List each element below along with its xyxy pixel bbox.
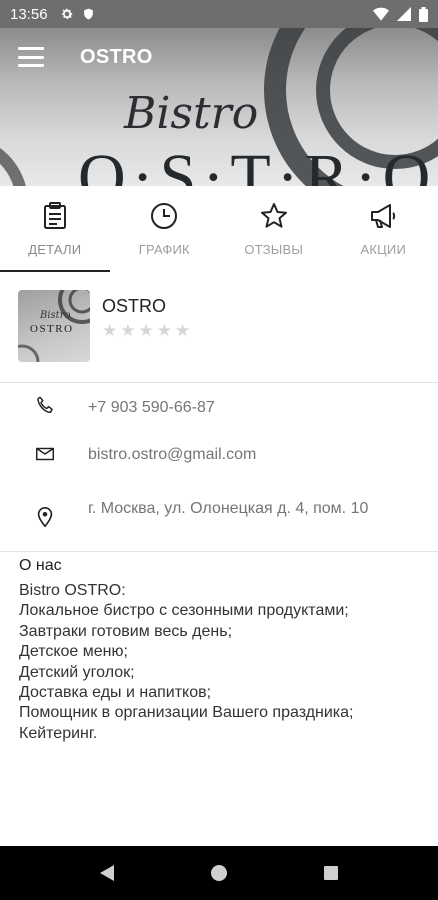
app-bar: OSTRO <box>0 28 438 86</box>
app-title: OSTRO <box>80 45 153 68</box>
logo-script-text: Bistro <box>40 310 71 321</box>
tab-promotions[interactable]: АКЦИИ <box>329 186 438 272</box>
about-line: Локальное бистро с сезонными продуктами; <box>19 602 349 620</box>
about-line: Bistro OSTRO: <box>19 582 126 599</box>
hamburger-menu-icon[interactable] <box>18 47 44 67</box>
wifi-icon <box>373 7 389 21</box>
star-icon <box>260 203 287 228</box>
phone-number[interactable]: +7 903 590-66-87 <box>88 397 215 418</box>
shield-icon <box>83 8 93 20</box>
brand-logo-script: Bistro <box>124 88 259 139</box>
logo-main-text: OSTRO <box>30 323 74 335</box>
back-triangle-icon <box>100 865 114 881</box>
mail-icon <box>36 447 54 461</box>
venue-logo: Bistro OSTRO <box>18 290 90 362</box>
tab-reviews[interactable]: ОТЗЫВЫ <box>219 186 329 272</box>
header-banner: OSTRO Bistro O·S·T·R·O <box>0 28 438 186</box>
nav-back-button[interactable] <box>95 861 119 885</box>
venue-name: OSTRO <box>102 296 167 316</box>
tab-bar: ДЕТАЛИ ГРАФИК ОТЗЫВЫ АКЦИИ <box>0 186 438 272</box>
about-line: Доставка еды и напитков; <box>19 684 212 702</box>
location-pin-icon <box>37 507 53 528</box>
rating-stars: ★ ★ ★ ★ ★ <box>102 322 190 339</box>
rating-star-icon: ★ <box>175 321 191 340</box>
venue-profile: Bistro OSTRO OSTRO ★ ★ ★ ★ ★ <box>0 272 438 383</box>
address-text[interactable]: г. Москва, ул. Олонецкая д. 4, пом. 10 <box>88 498 398 519</box>
address-row[interactable]: г. Москва, ул. Олонецкая д. 4, пом. 10 <box>0 498 438 548</box>
battery-icon <box>419 6 428 22</box>
recents-square-icon <box>324 866 338 880</box>
tab-details-label: ДЕТАЛИ <box>28 242 82 257</box>
nav-recents-button[interactable] <box>319 861 343 885</box>
tab-reviews-label: ОТЗЫВЫ <box>244 242 304 257</box>
clock-icon <box>151 203 178 229</box>
tab-promotions-label: АКЦИИ <box>360 242 407 257</box>
about-line: Детское меню; <box>19 643 128 661</box>
tab-schedule-label: ГРАФИК <box>138 242 190 257</box>
status-time: 13:56 <box>10 5 48 23</box>
tab-schedule[interactable]: ГРАФИК <box>110 186 220 272</box>
email-address[interactable]: bistro.ostro@gmail.com <box>88 444 256 465</box>
cell-signal-icon <box>397 7 411 21</box>
system-nav-bar <box>0 846 438 900</box>
email-row[interactable]: bistro.ostro@gmail.com <box>0 442 438 472</box>
about-description: Bistro OSTRO: Локальное бистро с сезонны… <box>19 581 429 744</box>
megaphone-icon <box>371 204 396 228</box>
rating-star-icon: ★ <box>120 321 136 340</box>
about-line: Помощник в организации Вашего праздника; <box>19 704 354 722</box>
rating-star-icon: ★ <box>138 321 154 340</box>
nav-home-button[interactable] <box>207 861 231 885</box>
section-divider <box>0 551 438 552</box>
rating-star-icon: ★ <box>102 321 118 340</box>
tab-details[interactable]: ДЕТАЛИ <box>0 186 110 272</box>
phone-row[interactable]: +7 903 590-66-87 <box>0 395 438 425</box>
about-line: Кейтеринг. <box>19 724 98 742</box>
home-circle-icon <box>211 865 227 881</box>
clipboard-icon <box>43 202 66 229</box>
about-line: Детский уголок; <box>19 663 135 681</box>
status-bar: 13:56 <box>0 0 438 28</box>
phone-icon <box>37 396 53 414</box>
brand-logo-text: O·S·T·R·O <box>78 141 437 186</box>
settings-gear-icon <box>61 8 73 20</box>
rating-star-icon: ★ <box>156 321 172 340</box>
about-title: О нас <box>19 557 62 574</box>
about-line: Завтраки готовим весь день; <box>19 622 233 640</box>
